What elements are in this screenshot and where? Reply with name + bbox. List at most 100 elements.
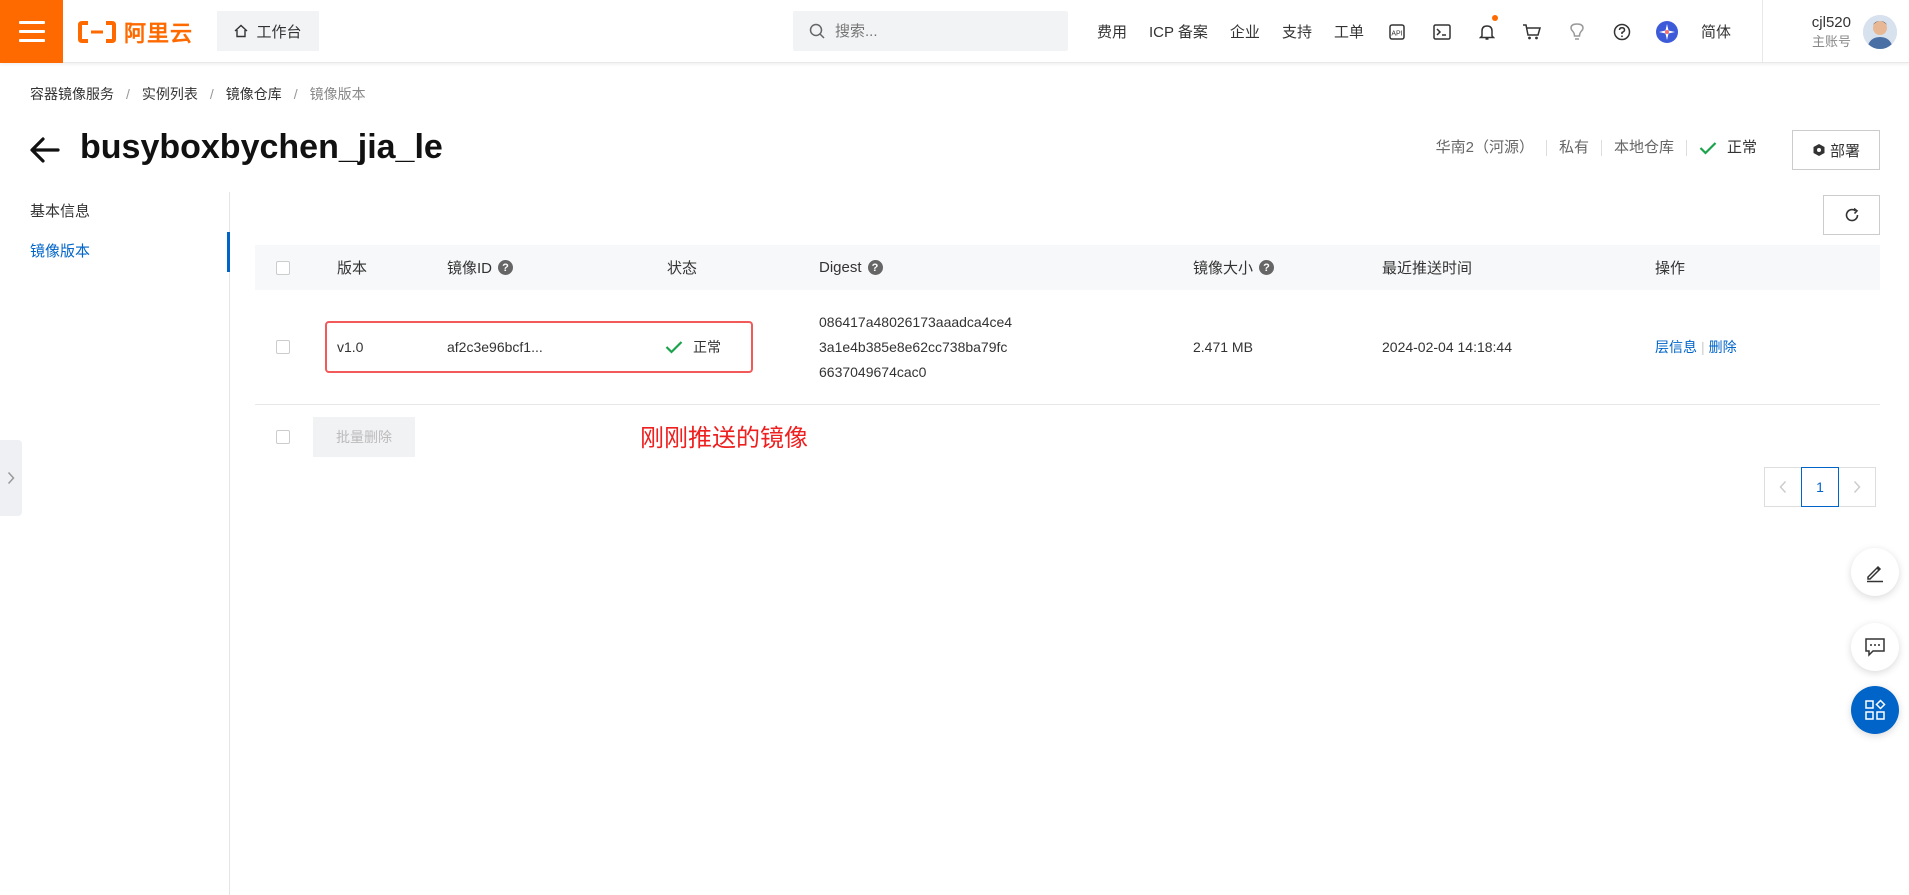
repo-status: 正常 xyxy=(1685,139,1769,156)
annotation-text: 刚刚推送的镜像 xyxy=(640,425,808,452)
row-checkbox[interactable] xyxy=(276,340,290,354)
col-size: 镜像大小 ? xyxy=(1193,257,1275,278)
refresh-icon xyxy=(1845,207,1858,222)
breadcrumb-separator: / xyxy=(209,86,214,102)
page-number-button[interactable]: 1 xyxy=(1801,467,1839,507)
api-icon[interactable]: API xyxy=(1375,0,1420,63)
repo-region: 华南2（河源） xyxy=(1435,139,1534,156)
sidebar-item-image-versions[interactable]: 镜像版本 xyxy=(0,232,230,272)
top-bar: 阿里云 工作台 费用 ICP 备案 企业 支持 工单 API xyxy=(0,0,1909,63)
prev-page-button[interactable] xyxy=(1764,467,1802,507)
page-title: busyboxbychen_jia_le xyxy=(80,128,443,166)
row-pushed-at: 2024-02-04 14:18:44 xyxy=(1382,339,1512,355)
layer-info-link[interactable]: 层信息 xyxy=(1655,337,1697,357)
chevron-right-icon xyxy=(7,471,15,485)
col-status: 状态 xyxy=(667,260,698,277)
apps-button[interactable] xyxy=(1851,686,1899,734)
user-menu[interactable]: cjl520 主账号 xyxy=(1762,0,1909,63)
svg-text:API: API xyxy=(1392,30,1403,37)
row-version: v1.0 xyxy=(337,339,364,355)
nav-icp-filing[interactable]: ICP 备案 xyxy=(1138,21,1219,42)
feedback-edit-button[interactable] xyxy=(1851,548,1899,596)
bell-icon[interactable] xyxy=(1465,0,1510,63)
back-arrow-icon[interactable] xyxy=(28,133,62,167)
refresh-button[interactable] xyxy=(1823,195,1880,235)
breadcrumb-separator: / xyxy=(126,86,130,102)
col-digest: Digest ? xyxy=(819,259,883,276)
help-icon[interactable] xyxy=(1600,0,1645,63)
workbench-button[interactable]: 工作台 xyxy=(217,11,319,51)
repo-status-text: 正常 xyxy=(1726,139,1757,156)
workbench-label: 工作台 xyxy=(256,23,302,41)
chat-button[interactable] xyxy=(1851,623,1899,671)
col-version: 版本 xyxy=(337,260,368,277)
apps-grid-icon xyxy=(1865,699,1886,720)
sidebar-item-label: 基本信息 xyxy=(30,203,91,220)
delete-link[interactable]: 删除 xyxy=(1709,337,1737,357)
next-page-button[interactable] xyxy=(1838,467,1876,507)
digest-line: 6637049674cac0 xyxy=(819,363,927,380)
home-icon xyxy=(235,24,248,38)
hamburger-menu-button[interactable] xyxy=(0,0,63,63)
batch-delete-button[interactable]: 批量删除 xyxy=(313,417,415,457)
sidebar-expand-handle[interactable] xyxy=(0,440,22,516)
user-account-type: 主账号 xyxy=(1811,33,1851,49)
aliyun-logo[interactable]: 阿里云 xyxy=(78,17,193,47)
top-nav: 费用 ICP 备案 企业 支持 工单 API 简体 xyxy=(1086,0,1742,63)
search-input[interactable] xyxy=(835,22,1055,40)
action-separator: | xyxy=(1701,339,1705,355)
breadcrumb: 容器镜像服务 / 实例列表 / 镜像仓库 / 镜像版本 xyxy=(30,84,366,104)
deploy-button[interactable]: 部署 xyxy=(1792,130,1880,170)
help-icon[interactable]: ? xyxy=(867,260,883,275)
chevron-right-icon xyxy=(1853,480,1861,494)
image-version-table: 版本 镜像ID ? 状态 Digest ? 镜像大小 ? 最近推送时间 操作 v… xyxy=(255,245,1880,405)
edit-icon xyxy=(1867,565,1883,583)
breadcrumb-cr-service[interactable]: 容器镜像服务 xyxy=(30,84,114,104)
row-actions: 层信息 | 删除 xyxy=(1655,337,1737,357)
repo-visibility: 私有 xyxy=(1545,140,1601,156)
col-pushed-at: 最近推送时间 xyxy=(1382,260,1473,277)
digest-line: 086417a48026173aaadca4ce4 xyxy=(819,313,1013,330)
terminal-icon[interactable] xyxy=(1420,0,1465,63)
avatar[interactable] xyxy=(1863,14,1897,49)
table-footer: 批量删除 xyxy=(255,415,1880,459)
row-image-id: af2c3e96bcf1... xyxy=(447,339,543,355)
ai-assistant-icon[interactable] xyxy=(1645,0,1690,63)
select-all-checkbox[interactable] xyxy=(276,260,290,275)
breadcrumb-repositories[interactable]: 镜像仓库 xyxy=(226,84,282,104)
chevron-left-icon xyxy=(1779,480,1787,494)
language-switch[interactable]: 简体 xyxy=(1690,21,1742,42)
nav-enterprise[interactable]: 企业 xyxy=(1219,21,1271,42)
repo-meta: 华南2（河源） 私有 本地仓库 正常 xyxy=(1424,140,1769,156)
repo-type: 本地仓库 xyxy=(1600,140,1686,156)
col-image-id-label: 镜像ID xyxy=(447,260,493,277)
nav-billing[interactable]: 费用 xyxy=(1086,21,1138,42)
col-size-label: 镜像大小 xyxy=(1193,260,1254,277)
user-info: cjl520 主账号 xyxy=(1812,13,1851,51)
help-icon[interactable]: ? xyxy=(1259,260,1275,275)
row-status: 正常 xyxy=(665,337,721,357)
nav-ticket[interactable]: 工单 xyxy=(1323,21,1375,42)
sidebar-item-basic-info[interactable]: 基本信息 xyxy=(0,192,229,232)
nav-support[interactable]: 支持 xyxy=(1271,21,1323,42)
check-icon xyxy=(665,341,683,354)
col-digest-label: Digest xyxy=(819,259,862,276)
user-name: cjl520 xyxy=(1811,13,1851,31)
notification-dot xyxy=(1491,15,1498,21)
breadcrumb-instances[interactable]: 实例列表 xyxy=(142,84,198,104)
lightbulb-icon[interactable] xyxy=(1555,0,1600,63)
row-digest: 086417a48026173aaadca4ce4 3a1e4b385e8e62… xyxy=(819,310,1012,385)
help-icon[interactable]: ? xyxy=(498,260,514,275)
row-status-text: 正常 xyxy=(693,339,721,355)
col-image-id: 镜像ID ? xyxy=(447,257,514,278)
digest-line: 3a1e4b385e8e62cc738ba79fc xyxy=(819,338,1008,355)
table-header: 版本 镜像ID ? 状态 Digest ? 镜像大小 ? 最近推送时间 操作 xyxy=(255,245,1880,290)
row-select-cell xyxy=(276,340,290,354)
sidebar-item-label: 镜像版本 xyxy=(30,243,91,260)
breadcrumb-separator: / xyxy=(293,86,298,102)
footer-checkbox[interactable] xyxy=(276,430,290,444)
cart-icon[interactable] xyxy=(1510,0,1555,63)
search-icon xyxy=(809,23,825,39)
search-box[interactable] xyxy=(793,11,1068,51)
aliyun-logo-icon xyxy=(78,21,116,43)
